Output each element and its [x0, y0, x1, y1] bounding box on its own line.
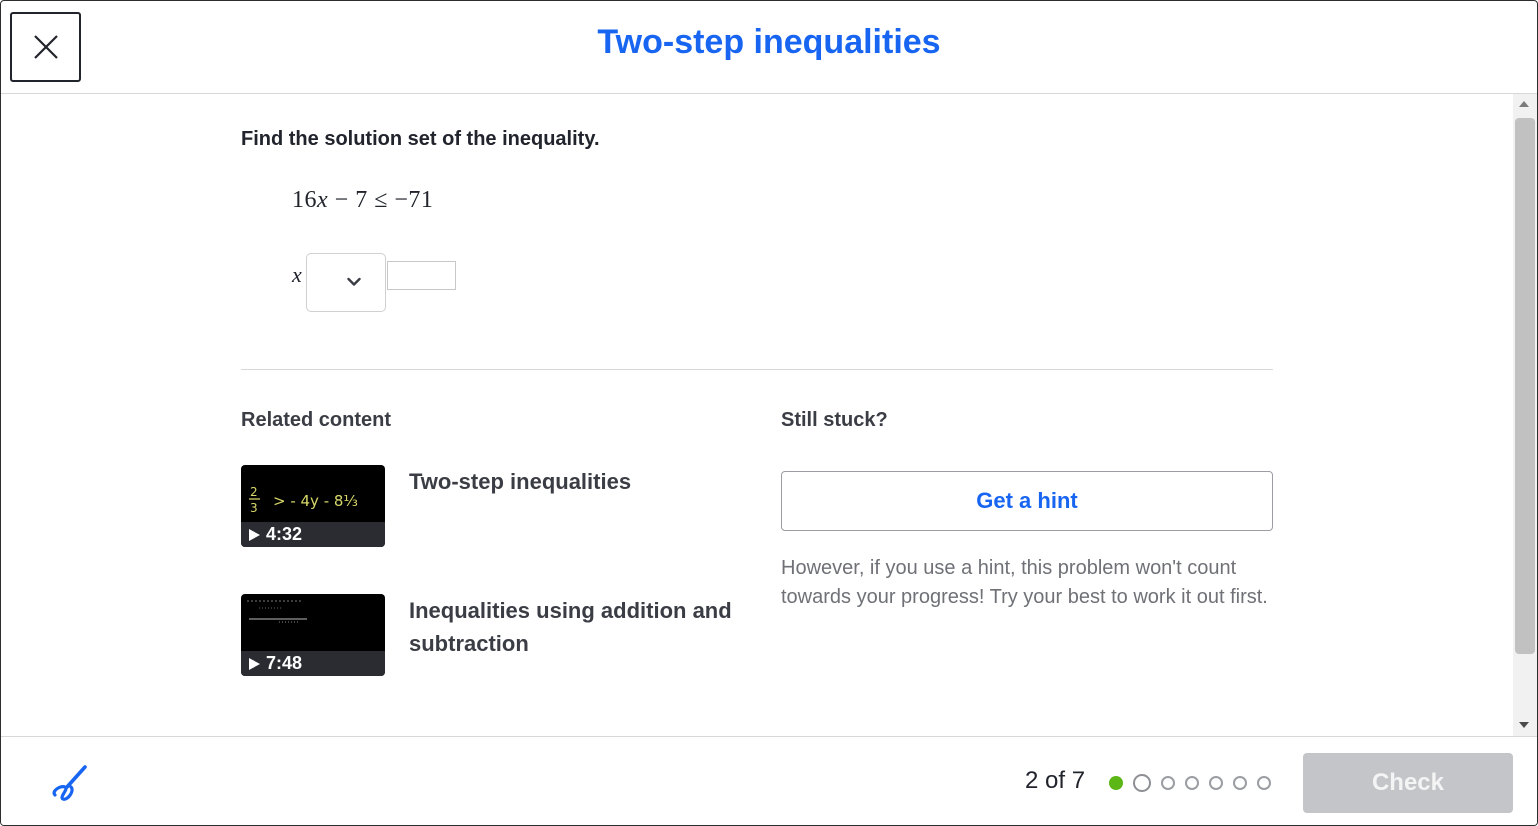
progress-dot — [1257, 776, 1271, 790]
video-thumbnail-image: 2 3 > - 4y - 8⅓ — [249, 485, 358, 515]
video-duration: 7:48 — [266, 653, 303, 673]
equation-operator: − — [334, 187, 349, 213]
video-duration-bar: 7:48 — [241, 651, 385, 676]
exercise-modal: Two-step inequalities Find the solution … — [0, 0, 1538, 826]
progress-dot — [1233, 776, 1247, 790]
still-stuck-heading: Still stuck? — [781, 409, 888, 431]
scratchpad-button[interactable] — [49, 761, 91, 803]
page-title: Two-step inequalities — [597, 23, 941, 61]
video-duration-bar: 4:32 — [241, 522, 385, 547]
progress-dot — [1161, 776, 1175, 790]
check-button[interactable]: Check — [1303, 753, 1513, 813]
video-thumbnail-image — [247, 600, 307, 623]
exercise-content: Find the solution set of the inequality.… — [1, 94, 1513, 736]
content-scrollbar[interactable] — [1513, 94, 1537, 736]
video-thumbnail: 2 3 > - 4y - 8⅓ 4:32 — [241, 465, 385, 547]
equation-variable: x — [317, 187, 329, 213]
section-divider — [241, 369, 1273, 370]
get-hint-button[interactable]: Get a hint — [781, 471, 1273, 531]
video-duration: 4:32 — [266, 524, 303, 544]
related-video-card[interactable]: 2 3 > - 4y - 8⅓ 4:32 Two-step inequaliti… — [241, 465, 761, 547]
equation-relation: ≤ — [374, 187, 388, 213]
hint-warning-text: However, if you use a hint, this problem… — [781, 557, 1268, 608]
play-icon — [249, 528, 260, 541]
video-title: Inequalities using addition and subtract… — [409, 598, 732, 656]
answer-variable: x — [292, 262, 302, 287]
related-video-card[interactable]: 7:48 Inequalities using addition and sub… — [241, 594, 761, 676]
related-content-heading: Related content — [241, 409, 392, 431]
equation-coefficient: 16 — [292, 187, 317, 213]
question-prompt: Find the solution set of the inequality. — [241, 128, 600, 150]
modal-footer: 2 of 7 Check — [1, 736, 1537, 825]
thumb-fraction-den: 3 — [250, 501, 258, 515]
scroll-up-icon[interactable] — [1519, 101, 1529, 107]
progress-dot-complete — [1109, 776, 1123, 790]
progress-dots — [1109, 773, 1281, 793]
relation-select[interactable] — [306, 253, 386, 312]
inequality-equation: 16x − 7 ≤ −71 — [292, 187, 433, 214]
video-thumbnail: 7:48 — [241, 594, 385, 676]
equation-constant: 7 — [355, 187, 368, 213]
equation-rhs: −71 — [394, 187, 434, 213]
play-icon — [249, 657, 260, 670]
chevron-down-icon — [347, 277, 361, 286]
modal-header: Two-step inequalities — [1, 1, 1537, 94]
thumb-expression: > - 4y - 8⅓ — [273, 492, 358, 510]
progress-dot-current — [1133, 774, 1151, 792]
thumb-fraction-num: 2 — [250, 485, 258, 499]
scratchpad-pencil-icon — [52, 765, 87, 801]
progress-dot — [1185, 776, 1199, 790]
scroll-down-icon[interactable] — [1519, 722, 1529, 728]
video-title: Two-step inequalities — [409, 469, 632, 494]
scrollbar-thumb[interactable] — [1515, 118, 1535, 654]
progress-dot — [1209, 776, 1223, 790]
progress-counter: 2 of 7 — [1025, 767, 1086, 794]
answer-input[interactable] — [387, 261, 456, 290]
